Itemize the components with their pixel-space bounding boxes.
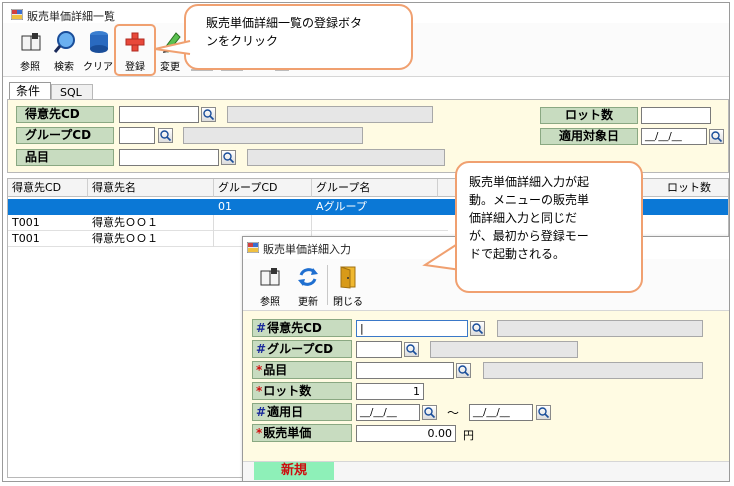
- dialog-update-button[interactable]: 更新: [291, 264, 325, 308]
- magnifier-icon: [53, 31, 75, 53]
- callout-right-line: 販売単価詳細入力が起: [469, 175, 590, 189]
- dialog-group-name-display: [430, 341, 578, 358]
- item-lookup-icon[interactable]: [221, 150, 236, 165]
- table-cell: [8, 199, 88, 215]
- dialog-customer-cd-label: #得意先CD: [252, 319, 352, 337]
- window-title: 販売単価詳細一覧: [27, 10, 115, 23]
- item-name-display: [247, 149, 445, 166]
- dialog-customer-cd-input[interactable]: |: [356, 320, 468, 337]
- group-lookup-icon[interactable]: [158, 128, 173, 143]
- dialog-apply-date-label: #適用日: [252, 403, 352, 421]
- tab-sql[interactable]: SQL: [51, 84, 93, 100]
- table-cell: T001: [12, 216, 40, 229]
- book-icon: [21, 33, 41, 51]
- dialog-date-to-input[interactable]: __/__/__: [469, 404, 533, 421]
- lot-qty-label: ロット数: [540, 107, 638, 124]
- dialog-date-from-calendar-icon[interactable]: [422, 405, 437, 420]
- dialog-title: 販売単価詳細入力: [263, 243, 351, 256]
- app-icon: [10, 8, 24, 23]
- callout-right: 販売単価詳細入力が起 動。メニューの販売単 価詳細入力と同じだ が、最初から登録…: [455, 161, 643, 293]
- toolbar-separator: [327, 265, 328, 305]
- search-button[interactable]: 検索: [47, 29, 81, 73]
- tab-conditions[interactable]: 条件: [9, 82, 51, 100]
- calendar-lookup-icon[interactable]: [709, 129, 724, 144]
- dialog-lot-qty-label: *ロット数: [252, 382, 352, 400]
- change-button[interactable]: 変更: [153, 29, 187, 73]
- group-name-display: [183, 127, 363, 144]
- dialog-lot-qty-input[interactable]: 1: [356, 383, 424, 400]
- dialog-item-lookup-icon[interactable]: [456, 363, 471, 378]
- column-header-lot-qty[interactable]: ロット数: [663, 179, 728, 197]
- dialog-unit-price-label: *販売単価: [252, 424, 352, 442]
- table-cell: 得意先ＯＯ１: [92, 216, 158, 229]
- book-icon: [260, 268, 280, 286]
- currency-unit: 円: [463, 429, 474, 442]
- customer-cd-input[interactable]: [119, 106, 199, 123]
- dialog-customer-lookup-icon[interactable]: [470, 321, 485, 336]
- customer-lookup-icon[interactable]: [201, 107, 216, 122]
- lot-qty-input[interactable]: [641, 107, 711, 124]
- callout-right-line: 価詳細入力と同じだ: [469, 211, 578, 225]
- database-icon: [90, 31, 108, 53]
- required-mark: #: [256, 321, 267, 335]
- group-cd-label: グループCD: [16, 127, 114, 144]
- table-cell: [88, 199, 214, 215]
- customer-cd-label: 得意先CD: [16, 106, 114, 123]
- table-cell: T001: [12, 232, 40, 245]
- column-header-group-cd[interactable]: グループCD: [214, 179, 312, 197]
- dialog-unit-price-input[interactable]: 0.00: [356, 425, 456, 442]
- clear-button[interactable]: クリア: [81, 29, 115, 73]
- date-range-tilde: ～: [447, 406, 460, 420]
- dialog-group-lookup-icon[interactable]: [404, 342, 419, 357]
- group-cd-input[interactable]: [119, 127, 155, 144]
- callout-top-line: ンをクリック: [206, 34, 279, 48]
- required-mark: #: [256, 405, 267, 419]
- mode-badge: 新規: [254, 462, 334, 480]
- column-header-group-name[interactable]: グループ名: [312, 179, 438, 197]
- callout-right-line: 動。メニューの販売単: [469, 193, 590, 207]
- dialog-reference-button[interactable]: 参照: [253, 264, 287, 308]
- reference-button[interactable]: 参照: [13, 29, 47, 73]
- apply-target-date-label: 適用対象日: [540, 128, 638, 145]
- main-window: 販売単価詳細一覧 参照 検索 クリア 登録 変更 条件 SQL 得意先CD グル…: [2, 2, 730, 482]
- dialog-item-input[interactable]: [356, 362, 454, 379]
- column-divider: [213, 215, 214, 247]
- dialog-group-cd-input[interactable]: [356, 341, 402, 358]
- callout-right-line: ドで起動される。: [469, 247, 566, 261]
- dialog-app-icon: [246, 241, 260, 256]
- pencil-icon: [163, 32, 181, 53]
- required-mark: *: [256, 426, 263, 440]
- required-mark: #: [256, 342, 267, 356]
- register-highlight: [114, 24, 156, 76]
- refresh-icon: [298, 268, 318, 286]
- dialog-item-label: *品目: [252, 361, 352, 379]
- required-mark: *: [256, 363, 263, 377]
- table-cell: Aグループ: [316, 200, 367, 213]
- table-cell: 01: [218, 200, 232, 213]
- callout-right-line: が、最初から登録モー: [469, 229, 589, 243]
- dialog-date-to-calendar-icon[interactable]: [536, 405, 551, 420]
- item-input[interactable]: [119, 149, 219, 166]
- customer-name-display: [227, 106, 433, 123]
- callout-top-line: 販売単価詳細一覧の登録ボタ: [206, 16, 363, 30]
- dialog-close-button[interactable]: 閉じる: [331, 264, 365, 308]
- apply-target-date-input[interactable]: __/__/__: [641, 128, 707, 145]
- table-cell: 得意先ＯＯ１: [92, 232, 158, 245]
- dialog-item-name-display: [483, 362, 703, 379]
- column-header-customer-name[interactable]: 得意先名: [88, 179, 214, 197]
- callout-top: 販売単価詳細一覧の登録ボタ ンをクリック: [184, 4, 413, 70]
- required-mark: *: [256, 384, 263, 398]
- column-header-customer-cd[interactable]: 得意先CD: [8, 179, 88, 197]
- dialog-group-cd-label: #グループCD: [252, 340, 352, 358]
- dialog-customer-name-display: [497, 320, 703, 337]
- dialog-date-from-input[interactable]: __/__/__: [356, 404, 420, 421]
- callout-joint: [457, 243, 461, 267]
- item-label: 品目: [16, 149, 114, 166]
- exit-door-icon: [340, 266, 356, 289]
